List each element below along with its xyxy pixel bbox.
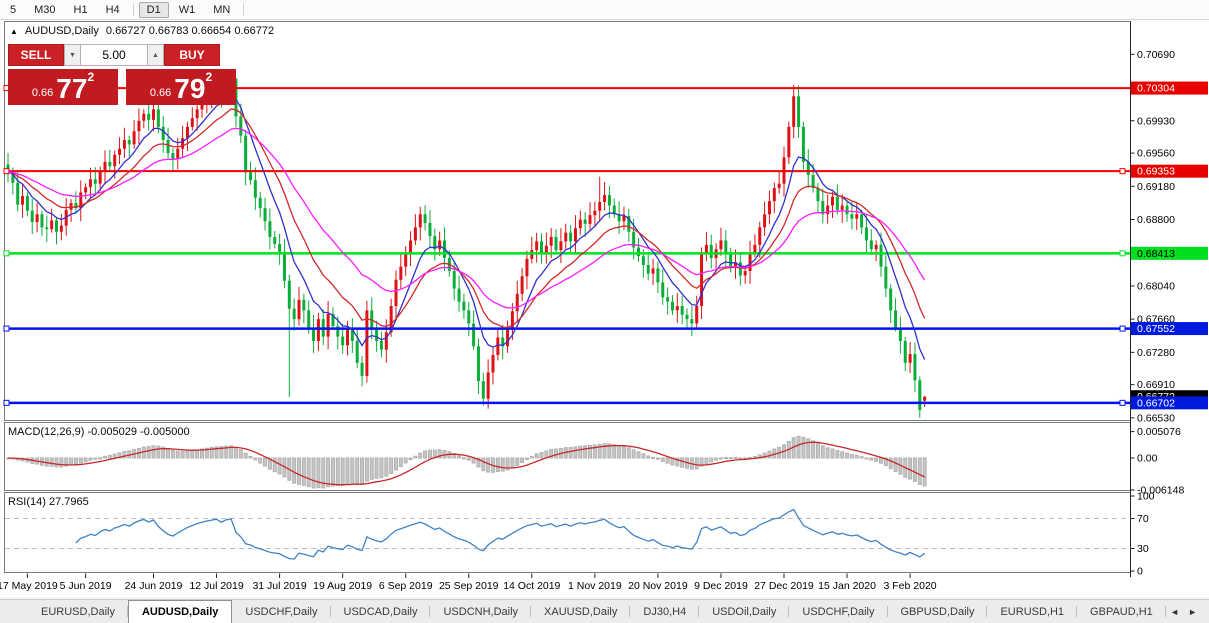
chart-tab-dj30-h4[interactable]: DJ30,H4	[630, 600, 699, 623]
timeframe-button-h1[interactable]: H1	[66, 2, 96, 18]
svg-text:3 Feb 2020: 3 Feb 2020	[884, 580, 937, 592]
chart-tab-usdchf-daily[interactable]: USDCHF,Daily	[789, 600, 887, 623]
svg-text:9 Dec 2019: 9 Dec 2019	[694, 580, 748, 592]
chart-tab-xauusd-daily[interactable]: XAUUSD,Daily	[531, 600, 630, 623]
svg-text:0.69353: 0.69353	[1137, 166, 1175, 178]
svg-text:15 Jan 2020: 15 Jan 2020	[818, 580, 876, 592]
chart-window: 0.70690 0.69930 0.69560 0.69180 0.68800 0.680…	[0, 20, 1209, 597]
svg-text:0.005076: 0.005076	[1137, 426, 1181, 438]
svg-text:0.69180: 0.69180	[1137, 181, 1175, 193]
timeframe-toolbar: 5M30H1H4 D1W1MN	[0, 0, 1209, 20]
svg-text:0.66530: 0.66530	[1137, 412, 1175, 424]
volume-decrease-button[interactable]: ▼	[64, 44, 81, 66]
mt4-terminal: { "toolbar": { "buttons": ["5", "M30", "…	[0, 0, 1209, 623]
svg-text:12 Jul 2019: 12 Jul 2019	[189, 580, 243, 592]
tabs-scroll-left-icon[interactable]: ◄	[1170, 607, 1179, 617]
svg-text:0.68040: 0.68040	[1137, 280, 1175, 292]
svg-text:0.69560: 0.69560	[1137, 148, 1175, 160]
chart-tab-eurusd-daily[interactable]: EURUSD,Daily	[28, 600, 128, 623]
svg-text:17 May 2019: 17 May 2019	[0, 580, 58, 592]
sell-button[interactable]: SELL	[8, 44, 64, 66]
svg-text:27 Dec 2019: 27 Dec 2019	[754, 580, 814, 592]
svg-text:0.69930: 0.69930	[1137, 115, 1175, 127]
timeframe-button-5[interactable]: 5	[2, 2, 24, 18]
svg-text:1 Nov 2019: 1 Nov 2019	[568, 580, 622, 592]
svg-text:0.67552: 0.67552	[1137, 323, 1175, 335]
sell-price-pip: 2	[87, 70, 94, 84]
buy-price-box[interactable]: 0.66 79 2	[126, 69, 236, 105]
svg-text:0.66702: 0.66702	[1137, 397, 1175, 409]
chart-tab-gbpaud-h1[interactable]: GBPAUD,H1	[1077, 600, 1166, 623]
svg-text:0.00: 0.00	[1137, 453, 1158, 465]
toolbar-separator	[133, 3, 134, 16]
buy-price-prefix: 0.66	[150, 87, 171, 99]
buy-price-digits: 79	[174, 76, 205, 102]
svg-text:70: 70	[1137, 513, 1149, 525]
timeframe-button-h4[interactable]: H4	[98, 2, 128, 18]
svg-text:30: 30	[1137, 543, 1149, 555]
timeframe-button-mn[interactable]: MN	[205, 2, 238, 18]
svg-text:5 Jun 2019: 5 Jun 2019	[60, 580, 112, 592]
chart-canvas[interactable]: 0.70690 0.69930 0.69560 0.69180 0.68800 0.680…	[0, 20, 1209, 597]
chart-symbol-label: AUDUSD,Daily	[25, 25, 99, 37]
sell-price-box[interactable]: 0.66 77 2	[8, 69, 118, 105]
symbol-marker-icon: ▲	[10, 27, 18, 36]
svg-text:0.70690: 0.70690	[1137, 49, 1175, 61]
chart-tab-bar: EURUSD,DailyAUDUSD,DailyUSDCHF,DailyUSDC…	[0, 599, 1209, 623]
svg-text:0.68800: 0.68800	[1137, 214, 1175, 226]
sell-price-digits: 77	[56, 76, 87, 102]
buy-button[interactable]: BUY	[164, 44, 220, 66]
chart-ohlc-values: 0.66727 0.66783 0.66654 0.66772	[106, 25, 274, 37]
chart-tab-usdoil-daily[interactable]: USDOil,Daily	[699, 600, 789, 623]
timeframe-button-d1[interactable]: D1	[139, 2, 169, 18]
svg-text:0.68413: 0.68413	[1137, 248, 1175, 260]
svg-text:20 Nov 2019: 20 Nov 2019	[628, 580, 688, 592]
volume-input[interactable]	[81, 44, 147, 66]
one-click-trading-panel: SELL ▼ ▲ BUY 0.66 77 2 0.66 79 2	[8, 44, 236, 105]
tabs-scroll-right-icon[interactable]: ►	[1188, 607, 1197, 617]
svg-text:0: 0	[1137, 566, 1143, 578]
buy-price-pip: 2	[205, 70, 212, 84]
chart-tab-usdcnh-daily[interactable]: USDCNH,Daily	[430, 600, 531, 623]
svg-text:6 Sep 2019: 6 Sep 2019	[379, 580, 433, 592]
timeframe-button-m30[interactable]: M30	[26, 2, 63, 18]
sell-price-prefix: 0.66	[32, 87, 53, 99]
chart-title: ▲ AUDUSD,Daily 0.66727 0.66783 0.66654 0…	[10, 25, 274, 37]
chart-tab-audusd-daily[interactable]: AUDUSD,Daily	[128, 600, 232, 623]
chart-tab-usdcad-daily[interactable]: USDCAD,Daily	[331, 600, 431, 623]
svg-text:0.70304: 0.70304	[1137, 83, 1175, 95]
svg-text:100: 100	[1137, 491, 1155, 503]
svg-text:14 Oct 2019: 14 Oct 2019	[503, 580, 560, 592]
chart-tab-usdchf-daily[interactable]: USDCHF,Daily	[232, 600, 330, 623]
rsi-indicator-label: RSI(14) 27.7965	[8, 496, 89, 508]
volume-increase-button[interactable]: ▲	[147, 44, 164, 66]
svg-text:0.67280: 0.67280	[1137, 347, 1175, 359]
chart-tab-gbpusd-daily[interactable]: GBPUSD,Daily	[888, 600, 988, 623]
svg-text:0.66910: 0.66910	[1137, 379, 1175, 391]
chart-tab-eurusd-h1[interactable]: EURUSD,H1	[987, 600, 1077, 623]
toolbar-separator	[243, 3, 244, 16]
svg-text:31 Jul 2019: 31 Jul 2019	[252, 580, 306, 592]
svg-text:24 Jun 2019: 24 Jun 2019	[125, 580, 183, 592]
svg-text:25 Sep 2019: 25 Sep 2019	[439, 580, 499, 592]
svg-text:19 Aug 2019: 19 Aug 2019	[313, 580, 372, 592]
timeframe-button-w1[interactable]: W1	[171, 2, 204, 18]
macd-indicator-label: MACD(12,26,9) -0.005029 -0.005000	[8, 426, 190, 438]
